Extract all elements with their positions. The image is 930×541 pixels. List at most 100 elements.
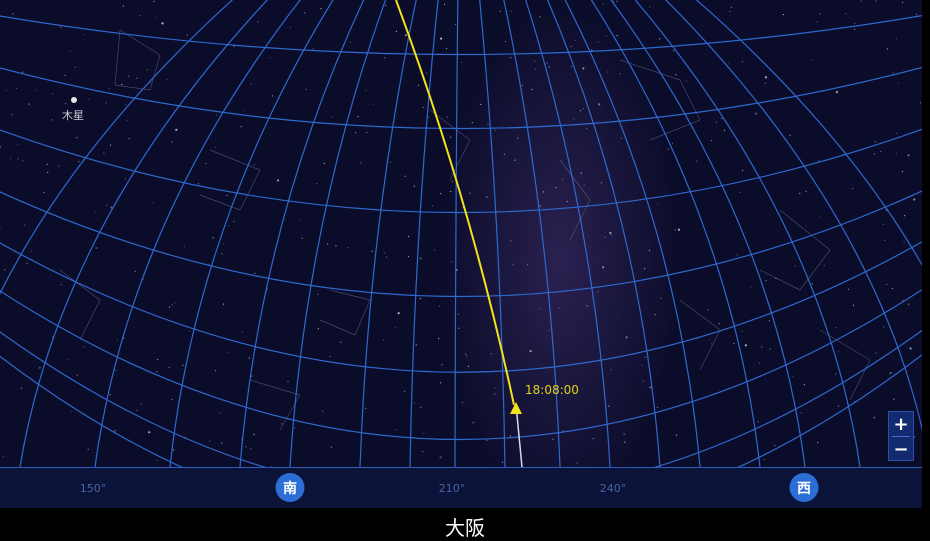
star: [907, 154, 910, 157]
azimuth-line: [479, 0, 506, 468]
star: [919, 102, 922, 104]
zoom-out-button[interactable]: −: [889, 437, 913, 461]
star: [173, 449, 175, 451]
azimuth-line: [169, 0, 334, 468]
star: [733, 342, 735, 345]
star: [240, 126, 242, 128]
constellation-line: [79, 299, 101, 341]
star: [205, 162, 207, 165]
star: [835, 327, 837, 329]
zoom-in-button[interactable]: +: [889, 412, 913, 436]
star: [69, 50, 71, 52]
south-badge[interactable]: 南: [275, 473, 305, 502]
azimuth-label-210: 210°: [438, 482, 466, 495]
star: [51, 119, 53, 121]
star: [723, 129, 726, 131]
star: [517, 137, 519, 139]
star: [592, 438, 594, 440]
west-badge[interactable]: 西: [789, 473, 819, 502]
star: [122, 5, 124, 7]
star: [620, 137, 623, 139]
star: [189, 330, 191, 332]
star: [764, 82, 767, 84]
star: [4, 269, 6, 271]
constellation-line: [679, 299, 721, 331]
star: [106, 204, 108, 207]
star: [357, 116, 359, 118]
star: [330, 446, 332, 448]
star: [499, 10, 501, 12]
star: [304, 12, 306, 14]
star: [609, 231, 612, 235]
star: [649, 6, 651, 8]
star: [446, 116, 448, 118]
star: [909, 347, 912, 350]
star: [902, 170, 904, 173]
star: [312, 48, 314, 50]
star: [471, 122, 473, 124]
star: [394, 326, 396, 328]
star: [444, 3, 446, 5]
star: [105, 102, 107, 104]
star: [76, 137, 78, 139]
star: [466, 355, 468, 357]
constellation-line: [199, 194, 241, 211]
star: [605, 35, 607, 37]
star: [161, 22, 164, 25]
star: [576, 462, 578, 464]
star: [460, 61, 463, 64]
star: [904, 215, 906, 217]
star: [17, 144, 19, 146]
jupiter-marker[interactable]: [71, 97, 77, 103]
star: [64, 74, 66, 76]
star: [886, 283, 888, 286]
star: [487, 123, 489, 125]
star: [414, 402, 416, 404]
star: [616, 0, 618, 2]
star: [608, 405, 610, 407]
star: [845, 12, 847, 15]
star: [570, 45, 572, 48]
star: [248, 357, 250, 359]
azimuth-line: [0, 0, 234, 295]
star: [675, 74, 677, 76]
star: [574, 39, 576, 41]
star: [124, 178, 126, 180]
meteor-trail: [515, 404, 523, 468]
star: [711, 140, 713, 142]
constellation-line: [59, 269, 101, 301]
star: [94, 211, 96, 213]
star: [852, 304, 855, 306]
star: [183, 245, 186, 247]
star: [197, 183, 199, 185]
star: [12, 13, 14, 15]
star: [494, 129, 496, 131]
star: [514, 159, 516, 161]
track-marker[interactable]: [510, 402, 522, 414]
star: [65, 103, 67, 105]
star: [558, 307, 560, 309]
star: [660, 297, 662, 300]
star: [582, 108, 584, 110]
star: [757, 421, 759, 423]
star: [715, 121, 718, 123]
star: [711, 343, 713, 345]
star: [709, 339, 711, 341]
star: [648, 249, 651, 251]
star: [450, 190, 452, 193]
star: [451, 180, 454, 182]
star: [422, 106, 424, 108]
star: [253, 433, 255, 435]
star: [20, 387, 22, 389]
star: [438, 338, 440, 340]
star: [534, 60, 536, 62]
azimuth-line: [665, 0, 922, 432]
star: [604, 236, 606, 238]
star: [360, 162, 362, 164]
star: [847, 288, 850, 290]
star: [171, 141, 173, 143]
star: [166, 79, 168, 81]
star: [103, 152, 105, 154]
sky-view[interactable]: 木星 18:08:00 150° 南 210° 240° 西 + −: [0, 0, 922, 508]
star: [875, 0, 877, 2]
